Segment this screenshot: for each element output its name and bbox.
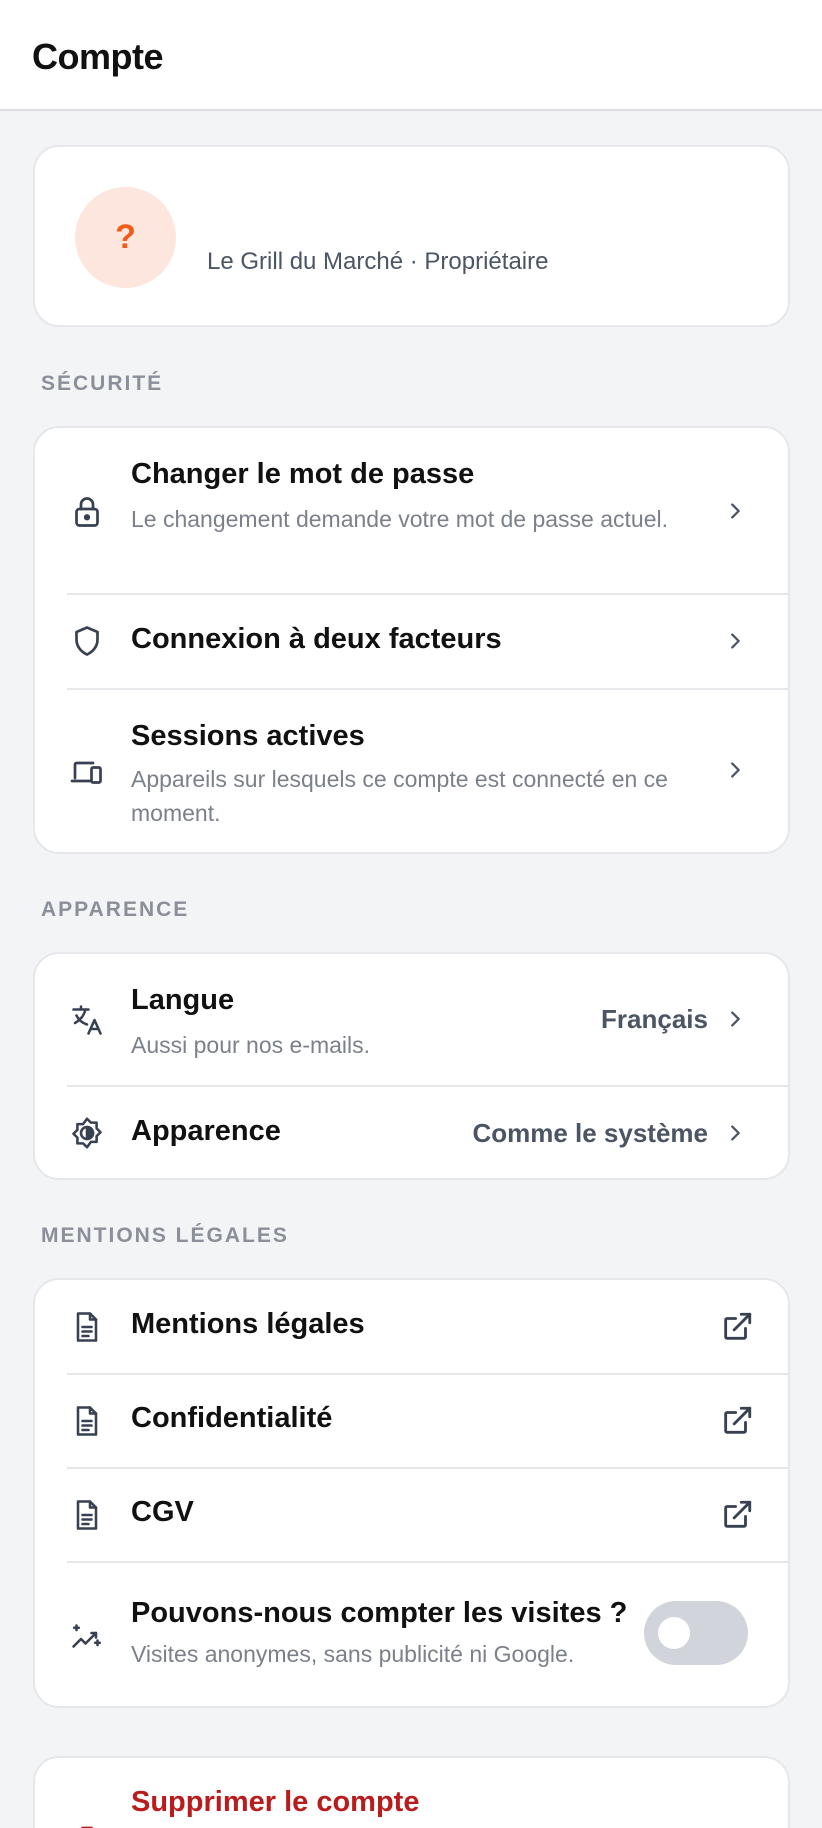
profile-card: ? Le Grill du Marché · Propriétaire: [33, 145, 790, 327]
language-title: Langue: [131, 984, 235, 1016]
document-icon: [67, 1401, 107, 1441]
chevron-right-icon: [731, 1011, 740, 1027]
profile-subtitle: Le Grill du Marché · Propriétaire: [207, 248, 549, 275]
legal-card: Mentions légales Confidentialité CGV Pou…: [33, 1278, 790, 1708]
privacy-row[interactable]: Confidentialité: [35, 1375, 788, 1467]
avatar[interactable]: ?: [75, 187, 176, 288]
appearance-card: Langue Aussi pour nos e-mails. Français …: [33, 952, 790, 1180]
active-sessions-title: Sessions actives: [131, 720, 365, 752]
theme-row[interactable]: Apparence Comme le système: [35, 1087, 788, 1178]
privacy-title: Confidentialité: [131, 1402, 333, 1434]
active-sessions-subtitle: Appareils sur lesquels ce compte est con…: [131, 766, 668, 826]
delete-account-label: Supprimer le compte: [131, 1786, 420, 1818]
security-card: Changer le mot de passe Le changement de…: [33, 426, 790, 854]
chevron-right-icon: [731, 633, 740, 649]
section-label-security: SÉCURITÉ: [41, 372, 164, 395]
theme-title: Apparence: [131, 1115, 281, 1147]
chevron-right-icon: [731, 503, 740, 519]
chevron-right-icon: [731, 1125, 740, 1141]
top-bar: Compte: [0, 0, 822, 111]
external-link-icon: [724, 1406, 752, 1434]
toggle-knob: [658, 1617, 690, 1649]
trash-icon: [67, 1820, 107, 1828]
translate-icon: [67, 1000, 107, 1040]
analytics-subtitle: Visites anonymes, sans publicité ni Goog…: [131, 1641, 575, 1667]
delete-account-row[interactable]: Supprimer le compte: [35, 1758, 788, 1828]
language-row[interactable]: Langue Aussi pour nos e-mails. Français: [35, 954, 788, 1085]
terms-row[interactable]: CGV: [35, 1469, 788, 1561]
analytics-toggle[interactable]: [644, 1601, 748, 1665]
change-password-subtitle: Le changement demande votre mot de passe…: [131, 506, 669, 532]
theme-value: Comme le système: [472, 1118, 708, 1148]
document-icon: [67, 1307, 107, 1347]
two-factor-title: Connexion à deux facteurs: [131, 623, 502, 655]
brightness-icon: [67, 1113, 107, 1153]
change-password-title: Changer le mot de passe: [131, 458, 475, 490]
lock-icon: [67, 492, 107, 532]
terms-title: CGV: [131, 1496, 194, 1528]
page-title: Compte: [32, 36, 164, 77]
two-factor-row[interactable]: Connexion à deux facteurs: [35, 595, 788, 688]
document-icon: [67, 1495, 107, 1535]
legal-notice-title: Mentions légales: [131, 1308, 365, 1340]
legal-notice-row[interactable]: Mentions légales: [35, 1280, 788, 1373]
shield-icon: [67, 621, 107, 661]
section-label-appearance: APPARENCE: [41, 898, 190, 921]
change-password-row[interactable]: Changer le mot de passe Le changement de…: [35, 428, 788, 593]
active-sessions-row[interactable]: Sessions actives Appareils sur lesquels …: [35, 690, 788, 852]
external-link-icon: [724, 1312, 752, 1340]
danger-card: Supprimer le compte: [33, 1756, 790, 1828]
devices-icon: [67, 752, 107, 792]
analytics-title: Pouvons-nous compter les visites ?: [131, 1597, 628, 1629]
external-link-icon: [724, 1500, 752, 1528]
language-value: Français: [601, 1004, 708, 1034]
analytics-sparkle-icon: [67, 1616, 107, 1656]
analytics-row: Pouvons-nous compter les visites ? Visit…: [35, 1563, 788, 1706]
section-label-legal: MENTIONS LÉGALES: [41, 1224, 289, 1247]
chevron-right-icon: [731, 762, 740, 778]
